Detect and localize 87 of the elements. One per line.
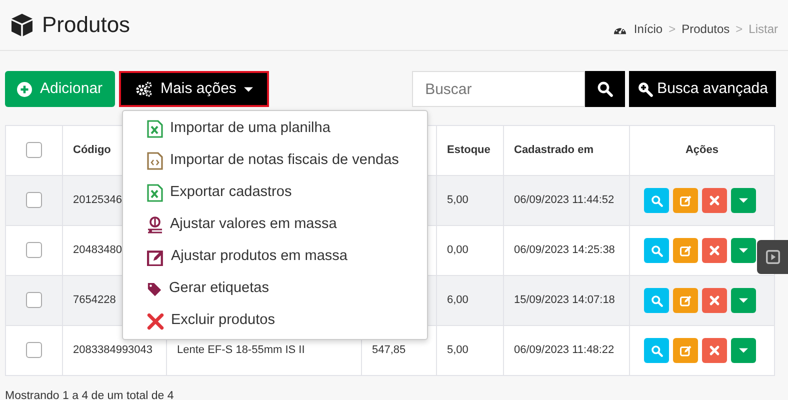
code-file-icon (147, 152, 163, 170)
caret-icon (739, 348, 748, 353)
column-header: Ações (685, 144, 719, 156)
close-icon (709, 345, 720, 356)
delete-button[interactable] (702, 338, 727, 363)
plus-circle-icon (17, 82, 32, 96)
results-summary: Mostrando 1 a 4 de um total de 4 (5, 390, 174, 400)
table-cell: 547,85 (372, 344, 406, 356)
breadcrumb-separator: > (736, 21, 743, 38)
cube-icon (10, 12, 34, 37)
page-title: Produtos (42, 12, 130, 38)
checkbox[interactable] (26, 142, 42, 158)
menu-item[interactable]: Importar de uma planilha (123, 113, 427, 145)
close-icon (709, 295, 720, 306)
menu-item[interactable]: Exportar cadastros (123, 177, 427, 209)
menu-item[interactable]: Importar de notas fiscais de vendas (123, 145, 427, 177)
column-header: Cadastrado em (514, 144, 594, 156)
caret-icon (739, 248, 748, 253)
menu-item[interactable]: Ajustar produtos em massa (123, 241, 427, 273)
table-cell: 06/09/2023 11:48:22 (514, 344, 614, 356)
table-cell: 2083384993043 (73, 344, 153, 356)
edit-icon (680, 244, 692, 256)
view-button[interactable] (644, 338, 669, 363)
table-cell: 06/09/2023 14:25:38 (514, 244, 615, 256)
table-cell: 06/09/2023 11:44:52 (514, 194, 614, 206)
checkbox[interactable] (26, 292, 42, 308)
delete-button[interactable] (702, 288, 727, 313)
checkbox[interactable] (26, 342, 42, 358)
column-header: Código (73, 144, 111, 156)
delete-icon (147, 312, 164, 330)
table-cell: 15/09/2023 14:07:18 (514, 294, 615, 306)
breadcrumb-link[interactable]: Produtos (682, 20, 730, 38)
search-button[interactable] (585, 71, 626, 107)
tag-icon (147, 282, 162, 296)
table-cell: 20125346 (73, 194, 122, 206)
table-cell: Lente EF-S 18-55mm IS II (177, 344, 305, 356)
menu-item[interactable]: Gerar etiquetas (123, 273, 427, 305)
edit-icon (680, 344, 692, 356)
table-cell: 7654228 (73, 294, 116, 306)
delete-button[interactable] (702, 238, 727, 263)
dropdown-button[interactable] (731, 188, 756, 213)
table-cell: 5,00 (447, 194, 468, 206)
more-actions-button[interactable]: Mais ações (118, 71, 270, 107)
search-icon (650, 294, 662, 306)
breadcrumb-link[interactable]: Início (634, 20, 663, 38)
dropdown-button[interactable] (731, 238, 756, 263)
checkbox[interactable] (26, 192, 42, 208)
table-cell: 6,00 (447, 294, 468, 306)
view-button[interactable] (644, 238, 669, 263)
edit-button[interactable] (673, 338, 698, 363)
delete-button[interactable] (702, 188, 727, 213)
caret-icon (739, 298, 748, 303)
search-field[interactable]: Buscar (412, 71, 586, 107)
caret-icon (244, 86, 254, 92)
table-cell: 0,00 (447, 244, 468, 256)
table-cell: 20483480 (73, 244, 122, 256)
checkbox[interactable] (26, 242, 42, 258)
edit-icon (680, 294, 692, 306)
advanced-search-button[interactable]: Busca avançada (629, 71, 776, 107)
play-icon (766, 250, 780, 264)
close-icon (709, 245, 720, 256)
breadcrumb-current: Listar (748, 21, 778, 38)
column-header: Estoque (447, 144, 490, 156)
search-icon (597, 81, 614, 97)
edit-button[interactable] (673, 288, 698, 313)
search-icon (650, 344, 662, 356)
breadcrumb-separator: > (668, 21, 676, 38)
caret-icon (739, 198, 748, 203)
search-icon (650, 244, 662, 256)
edit-icon (147, 248, 164, 266)
dropdown-button[interactable] (731, 338, 756, 363)
menu-item[interactable]: Ajustar valores em massa (123, 209, 427, 241)
table-cell: 5,00 (447, 344, 468, 356)
dropdown-button[interactable] (731, 288, 756, 313)
edit-button[interactable] (673, 188, 698, 213)
edit-button[interactable] (673, 238, 698, 263)
view-button[interactable] (644, 188, 669, 213)
search-icon (650, 194, 662, 206)
view-button[interactable] (644, 288, 669, 313)
close-icon (709, 195, 720, 206)
zoom-in-icon (637, 81, 654, 97)
gears-icon (134, 81, 153, 97)
menu-item[interactable]: Excluir produtos (123, 305, 427, 337)
spreadsheet-file-icon (147, 184, 163, 202)
spreadsheet-file-icon (147, 120, 163, 138)
side-panel-toggle[interactable] (757, 240, 788, 274)
edit-icon (680, 194, 692, 206)
